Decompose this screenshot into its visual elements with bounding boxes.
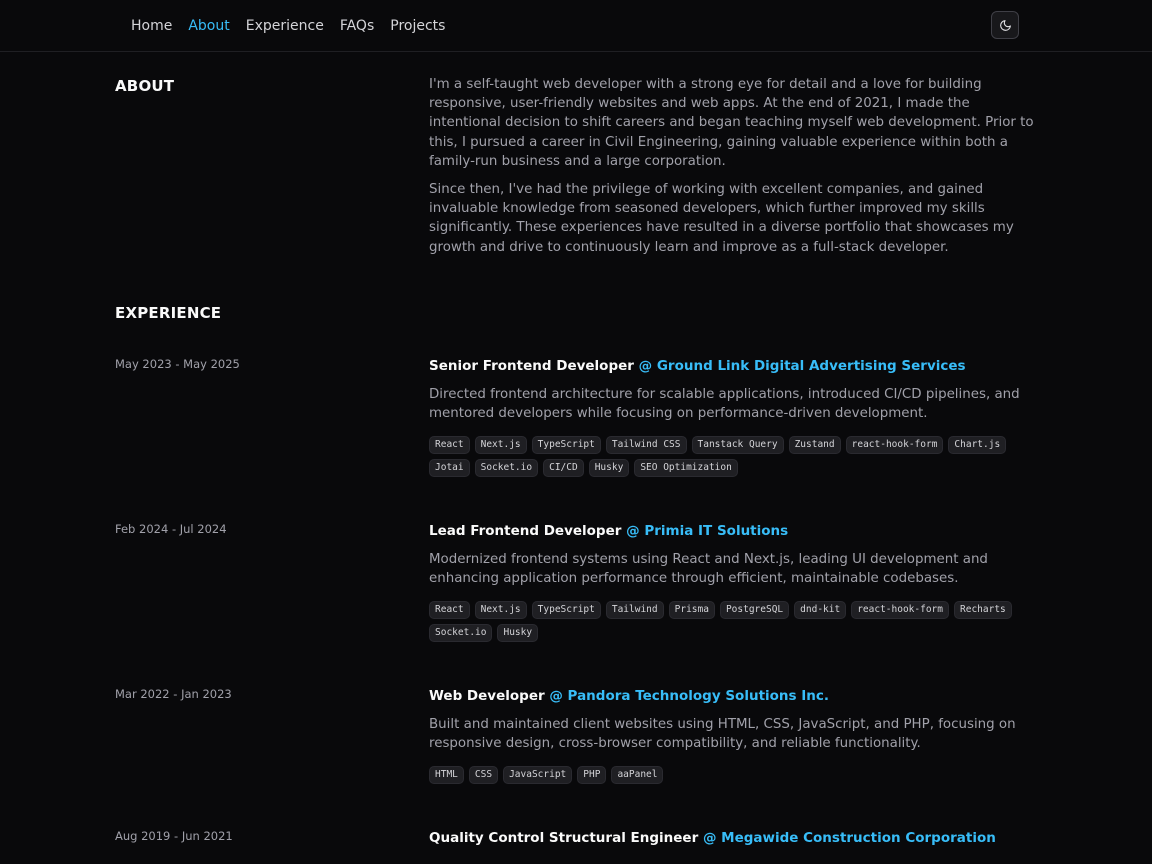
about-title: ABOUT	[115, 77, 175, 95]
tech-tag: TypeScript	[531, 436, 601, 455]
experience-role: Web Developer	[429, 688, 545, 704]
experience-body: Lead Frontend Developer @ Primia IT Solu…	[429, 522, 1039, 643]
about-text: I'm a self-taught web developer with a s…	[429, 75, 1039, 266]
tech-tag: React	[429, 601, 470, 620]
experience-heading: Quality Control Structural Engineer @ Me…	[429, 829, 1039, 847]
tech-tag: Socket.io	[474, 459, 539, 478]
nav-links: Home About Experience FAQs Projects	[131, 0, 445, 51]
tech-tags: HTML CSS JavaScript PHP aaPanel	[429, 766, 1039, 785]
moon-icon	[999, 19, 1011, 31]
experience-heading: Senior Frontend Developer @ Ground Link …	[429, 357, 1039, 375]
tech-tag: Zustand	[788, 436, 841, 455]
tech-tag: SEO Optimization	[634, 459, 738, 478]
experience-heading: Lead Frontend Developer @ Primia IT Solu…	[429, 522, 1039, 540]
tech-tag: React	[429, 436, 470, 455]
tech-tag: Jotai	[429, 459, 470, 478]
experience-company-link[interactable]: @ Pandora Technology Solutions Inc.	[549, 688, 829, 704]
experience-company-link[interactable]: @ Ground Link Digital Advertising Servic…	[639, 358, 966, 374]
tech-tag: Tanstack Query	[691, 436, 784, 455]
experience-role: Senior Frontend Developer	[429, 358, 634, 374]
tech-tag: Recharts	[954, 601, 1012, 620]
experience-role: Lead Frontend Developer	[429, 523, 622, 539]
experience-date: Feb 2024 - Jul 2024	[115, 522, 227, 536]
tech-tag: PostgreSQL	[719, 601, 790, 620]
nav-link-home[interactable]: Home	[131, 18, 172, 34]
tech-tag: Husky	[497, 624, 539, 643]
tech-tags: React Next.js TypeScript Tailwind Prisma Post…	[429, 601, 1039, 643]
tech-tag: Socket.io	[429, 624, 493, 643]
tech-tag: CSS	[468, 766, 499, 785]
experience-title: EXPERIENCE	[115, 304, 222, 322]
nav-link-faqs[interactable]: FAQs	[340, 18, 374, 34]
tech-tag: Chart.js	[948, 436, 1007, 455]
tech-tag: Prisma	[668, 601, 715, 620]
tech-tag: Tailwind	[605, 601, 664, 620]
nav-link-experience[interactable]: Experience	[246, 18, 324, 34]
nav-link-about[interactable]: About	[188, 18, 229, 34]
tech-tag: dnd-kit	[794, 601, 847, 620]
experience-company-link[interactable]: @ Megawide Construction Corporation	[703, 830, 996, 846]
tech-tags: React Next.js TypeScript Tailwind CSS Tansta…	[429, 436, 1039, 478]
experience-body: Web Developer @ Pandora Technology Solut…	[429, 687, 1039, 785]
top-navbar: Home About Experience FAQs Projects	[0, 0, 1152, 52]
experience-description: Directed frontend architecture for scala…	[429, 387, 1020, 422]
tech-tag: HTML	[429, 766, 464, 785]
tech-tag: react-hook-form	[845, 436, 944, 455]
experience-company-link[interactable]: @ Primia IT Solutions	[626, 523, 788, 539]
experience-heading: Web Developer @ Pandora Technology Solut…	[429, 687, 1039, 705]
experience-body: Senior Frontend Developer @ Ground Link …	[429, 357, 1039, 478]
tech-tag: CI/CD	[543, 459, 584, 478]
nav-link-projects[interactable]: Projects	[390, 18, 445, 34]
about-paragraph: Since then, I've had the privilege of wo…	[429, 182, 1014, 255]
tech-tag: TypeScript	[531, 601, 601, 620]
theme-toggle-button[interactable]	[991, 11, 1019, 39]
tech-tag: react-hook-form	[851, 601, 949, 620]
experience-description: Built and maintained client websites usi…	[429, 717, 1016, 752]
tech-tag: aaPanel	[611, 766, 664, 785]
experience-body: Quality Control Structural Engineer @ Me…	[429, 829, 1039, 847]
tech-tag: PHP	[577, 766, 607, 785]
tech-tag: Husky	[588, 459, 630, 478]
experience-date: Aug 2019 - Jun 2021	[115, 829, 233, 843]
experience-description: Modernized frontend systems using React …	[429, 552, 988, 587]
experience-date: Mar 2022 - Jan 2023	[115, 687, 232, 701]
experience-role: Quality Control Structural Engineer	[429, 830, 699, 846]
tech-tag: JavaScript	[503, 766, 573, 785]
tech-tag: Tailwind CSS	[605, 436, 687, 455]
tech-tag: Next.js	[474, 436, 527, 455]
tech-tag: Next.js	[474, 601, 527, 620]
experience-date: May 2023 - May 2025	[115, 357, 240, 371]
about-paragraph: I'm a self-taught web developer with a s…	[429, 77, 1034, 169]
